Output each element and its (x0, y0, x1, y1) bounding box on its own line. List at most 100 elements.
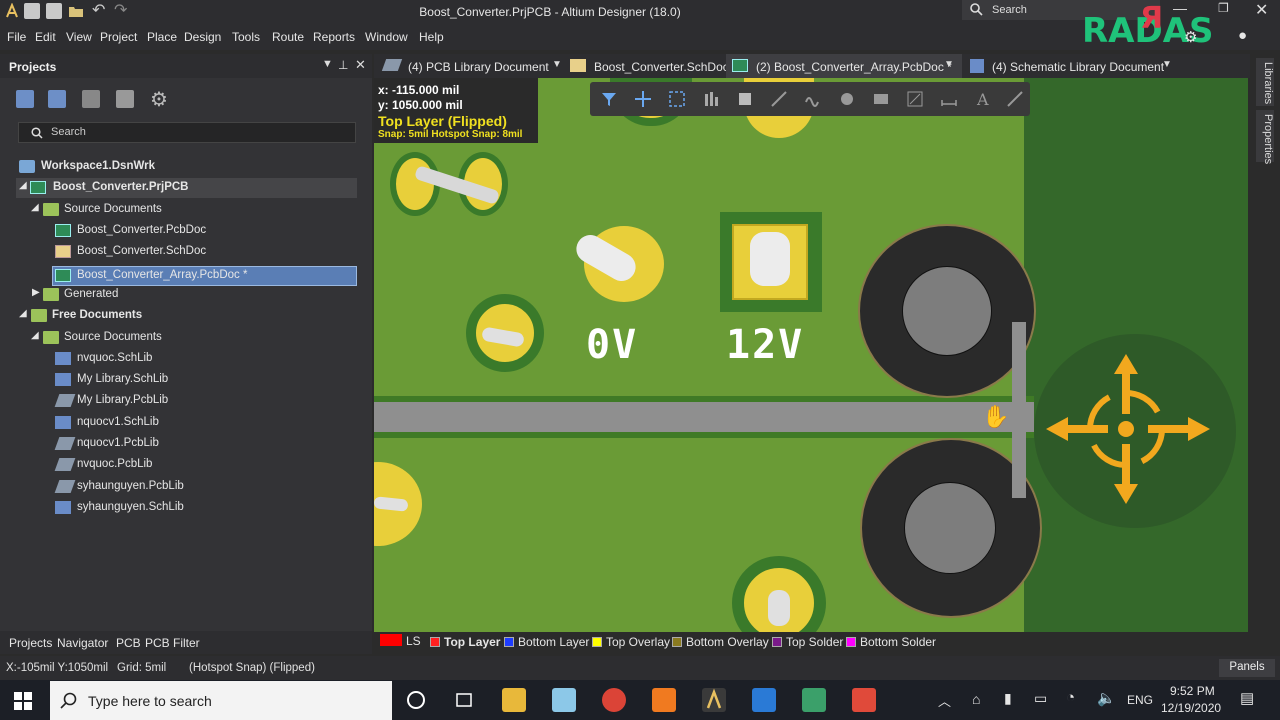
expand-arrow-icon[interactable]: ▶ (32, 287, 40, 298)
menu-file[interactable]: File (7, 30, 26, 44)
menu-window[interactable]: Window (365, 30, 408, 44)
battery-icon[interactable]: ▭ (1034, 690, 1047, 707)
tree-item-source-documents[interactable]: ◢ Source Documents (0, 200, 372, 220)
collapse-arrow-icon[interactable]: ◢ (19, 308, 27, 319)
layer-tab-top-solder[interactable]: Top Solder (772, 635, 843, 649)
menu-place[interactable]: Place (147, 30, 177, 44)
tree-item-workspace[interactable]: Workspace1.DsnWrk (0, 157, 372, 177)
filter-icon[interactable] (600, 90, 618, 108)
panel-menu-icon[interactable]: ▼ (322, 58, 333, 70)
tray-expand-icon[interactable]: ︿ (938, 691, 951, 710)
component-icon[interactable] (736, 90, 754, 108)
pin-icon[interactable]: ⊥ (338, 58, 348, 72)
app-icon[interactable] (552, 688, 576, 712)
tree-item-library[interactable]: nvquoc.PcbLib (0, 455, 372, 475)
tree-item-library[interactable]: syhaunguyen.SchLib (0, 498, 372, 518)
clock-date[interactable]: 12/19/2020 (1161, 701, 1221, 715)
altium-taskbar-icon[interactable] (702, 688, 726, 712)
tree-item-document-selected[interactable]: Boost_Converter_Array.PcbDoc * (52, 266, 357, 286)
settings-gear-icon[interactable]: ⚙ (150, 87, 168, 112)
layer-tab-top[interactable]: Top Layer (430, 635, 500, 649)
route-icon[interactable] (770, 90, 788, 108)
tree-item-library[interactable]: My Library.PcbLib (0, 391, 372, 411)
chrome-icon[interactable] (602, 688, 626, 712)
collapse-arrow-icon[interactable]: ◢ (31, 202, 39, 213)
language-indicator[interactable]: ENG (1127, 693, 1153, 707)
tab-dropdown-icon[interactable]: ▼ (1162, 59, 1172, 70)
menu-reports[interactable]: Reports (313, 30, 355, 44)
clock-time[interactable]: 9:52 PM (1170, 684, 1215, 698)
app-red-icon[interactable] (852, 688, 876, 712)
panel-close-icon[interactable]: ✕ (355, 57, 366, 73)
project-options-icon[interactable] (116, 90, 134, 108)
tab-libraries[interactable]: Libraries (1256, 58, 1274, 106)
menu-help[interactable]: Help (419, 30, 444, 44)
layer-set-button[interactable]: LS (380, 634, 421, 648)
text-icon[interactable]: A (974, 90, 992, 109)
tab-schdoc[interactable]: Boost_Converter.SchDoc (566, 54, 729, 78)
panels-button[interactable]: Panels (1219, 659, 1275, 677)
crosshair-icon[interactable] (634, 90, 652, 108)
layer-tab-top-overlay[interactable]: Top Overlay (592, 635, 670, 649)
tree-item-library[interactable]: nvquoc.SchLib (0, 349, 372, 369)
polygon-icon[interactable] (872, 90, 890, 108)
save-all-project-icon[interactable] (48, 90, 66, 108)
projects-search-input[interactable]: Search (18, 122, 356, 143)
keepout-icon[interactable] (906, 90, 924, 108)
taskbar-search-input[interactable]: Type here to search (50, 681, 392, 720)
tab-schematic-library-document[interactable]: (4) Schematic Library Document ▼ (966, 54, 1176, 78)
tab-navigator[interactable]: Navigator (57, 636, 108, 650)
tab-dropdown-icon[interactable]: ▼ (552, 59, 562, 70)
windows-start-icon[interactable] (14, 692, 32, 710)
tab-pcb-filter[interactable]: PCB Filter (145, 636, 200, 650)
tab-projects[interactable]: Projects (9, 636, 52, 650)
cortana-icon[interactable] (404, 688, 428, 712)
via-icon[interactable] (838, 90, 856, 108)
menu-design[interactable]: Design (184, 30, 221, 44)
gear-icon[interactable]: ⚙ (1184, 28, 1197, 46)
tree-item-source-documents[interactable]: ◢ Source Documents (0, 328, 372, 348)
pcb-canvas[interactable]: 0V 12V ✋ x: -115.000 mil y: 1050.000 mil… (374, 78, 1248, 632)
tab-pcbdoc-active[interactable]: (2) Boost_Converter_Array.PcbDoc * ▼ (726, 54, 962, 78)
tray-mic-icon[interactable]: ▮ (1004, 690, 1012, 707)
notification-icon[interactable]: ▤ (1240, 689, 1254, 707)
collapse-arrow-icon[interactable]: ◢ (31, 330, 39, 341)
app-orange-icon[interactable] (652, 688, 676, 712)
layer-tab-bottom-overlay[interactable]: Bottom Overlay (672, 635, 769, 649)
tree-item-library[interactable]: syhaunguyen.PcbLib (0, 477, 372, 497)
menu-edit[interactable]: Edit (35, 30, 56, 44)
tree-item-project[interactable]: ◢ Boost_Converter.PrjPCB (16, 178, 357, 198)
tab-dropdown-icon[interactable]: ▼ (944, 59, 954, 70)
select-rect-icon[interactable] (668, 90, 686, 108)
diff-pair-icon[interactable] (804, 90, 822, 108)
app-green-icon[interactable] (802, 688, 826, 712)
menu-project[interactable]: Project (100, 30, 137, 44)
move-cursor-icon[interactable] (1046, 354, 1214, 504)
close-button[interactable]: ✕ (1255, 0, 1268, 20)
save-project-icon[interactable] (16, 90, 34, 108)
tab-pcb-library-document[interactable]: (4) PCB Library Document ▼ (380, 54, 564, 78)
file-explorer-icon[interactable] (502, 688, 526, 712)
tree-item-document[interactable]: Boost_Converter.SchDoc (0, 242, 372, 262)
volume-icon[interactable]: 🔈 (1097, 689, 1116, 707)
menu-view[interactable]: View (66, 30, 92, 44)
collapse-arrow-icon[interactable]: ◢ (19, 180, 27, 191)
tab-properties[interactable]: Properties (1256, 110, 1274, 164)
tree-item-generated[interactable]: ▶ Generated (0, 285, 372, 305)
tree-item-library[interactable]: My Library.SchLib (0, 370, 372, 390)
tree-item-library[interactable]: nquocv1.PcbLib (0, 434, 372, 454)
menu-tools[interactable]: Tools (232, 30, 260, 44)
task-view-icon[interactable] (452, 688, 476, 712)
line-icon[interactable] (1006, 90, 1024, 108)
user-icon[interactable]: ● (1238, 27, 1247, 44)
tree-item-document[interactable]: Boost_Converter.PcbDoc (0, 221, 372, 241)
wifi-icon[interactable]: ◔ (1066, 689, 1075, 706)
layer-tab-bottom[interactable]: Bottom Layer (504, 635, 589, 649)
tray-app-icon[interactable]: ⌂ (972, 691, 980, 707)
tree-item-library[interactable]: nquocv1.SchLib (0, 413, 372, 433)
layer-tab-bottom-solder[interactable]: Bottom Solder (846, 635, 936, 649)
vscode-icon[interactable] (752, 688, 776, 712)
menu-route[interactable]: Route (272, 30, 304, 44)
tree-item-free-documents[interactable]: ◢ Free Documents (0, 306, 372, 326)
align-icon[interactable] (702, 90, 720, 108)
